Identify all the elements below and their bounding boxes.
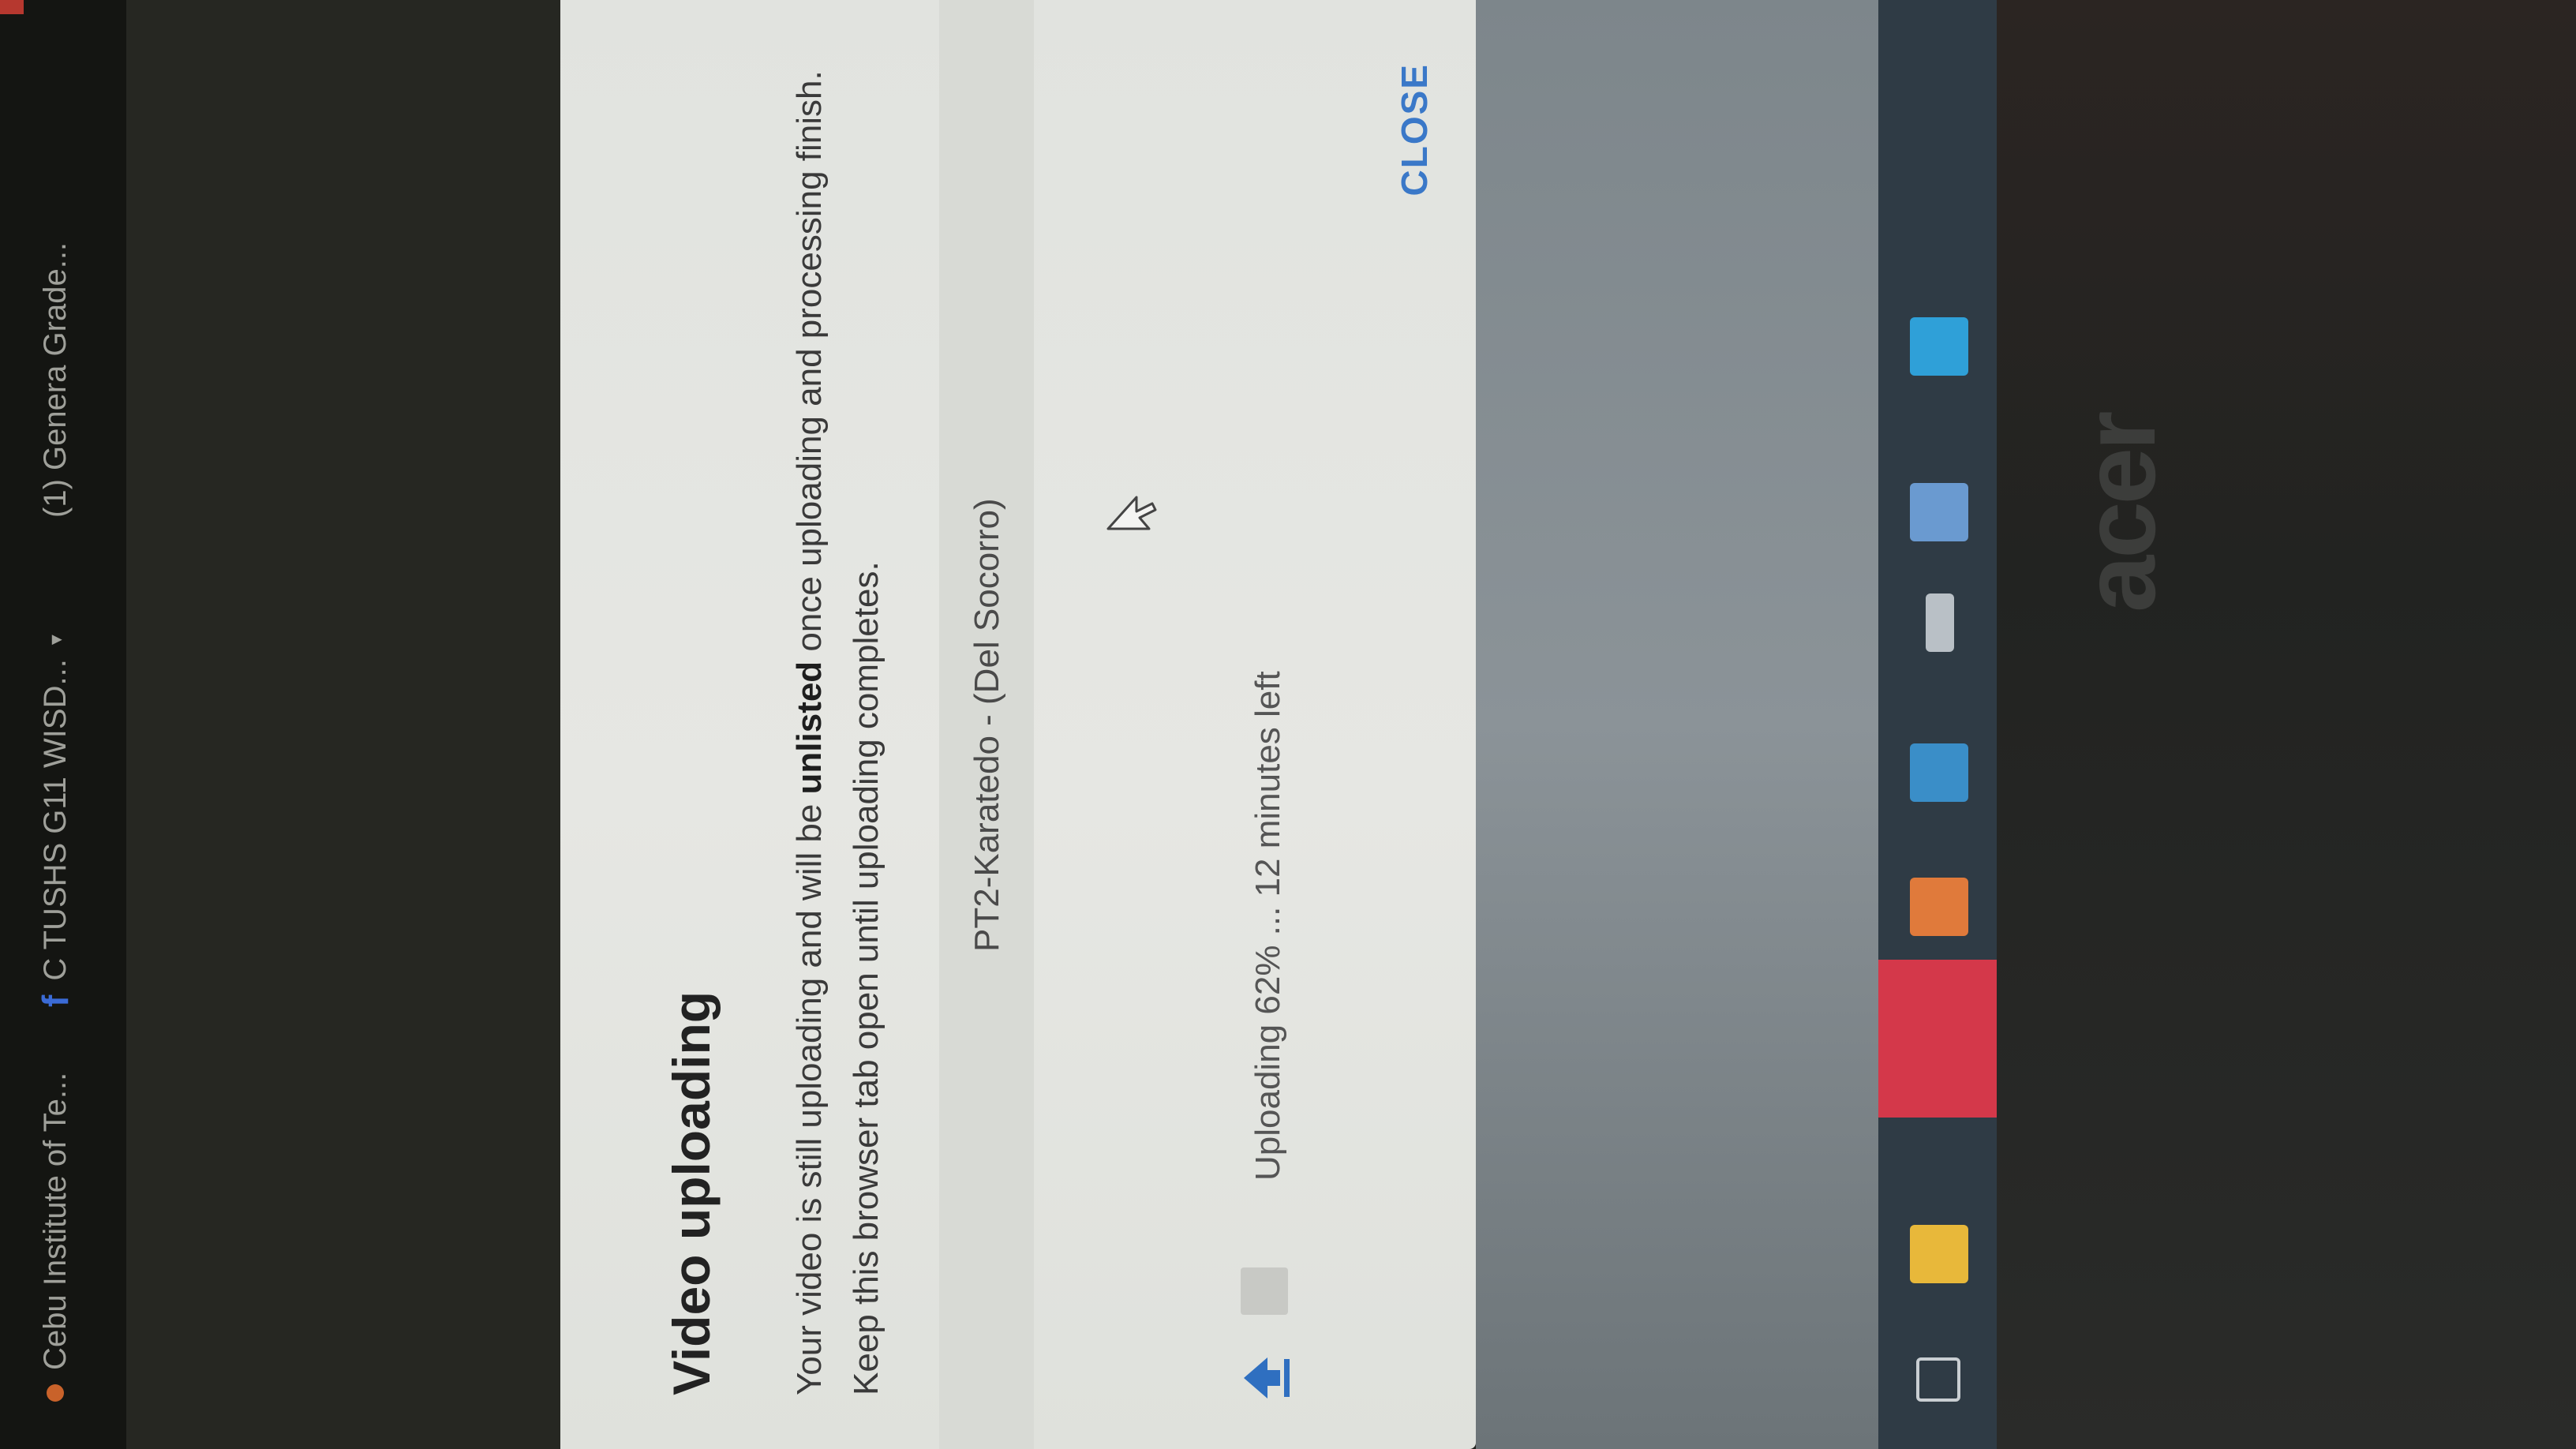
tab-label: C TUSHS G11 WISD... — [37, 659, 73, 981]
file-explorer-icon[interactable] — [1910, 1225, 1968, 1283]
dialog-title: Video uploading — [662, 990, 721, 1395]
tab-label: Cebu Institute of Te... — [37, 1072, 73, 1370]
tab-favicon-icon — [47, 1384, 64, 1402]
desktop-background — [1476, 0, 1878, 1449]
monitor-bezel: acer — [1997, 0, 2576, 1449]
app-icon[interactable] — [1926, 593, 1954, 652]
window-corner-marker — [0, 0, 24, 14]
upload-arrow-icon — [1244, 1357, 1290, 1398]
active-app-icon[interactable] — [1878, 960, 1997, 1118]
task-view-icon[interactable] — [1916, 1357, 1960, 1402]
brand-logo: acer — [2061, 414, 2177, 613]
tab-cebu-institute[interactable]: Cebu Institute of Te... — [17, 1073, 93, 1402]
video-upload-dialog: Video uploading Your video is still uplo… — [560, 0, 1476, 1449]
audio-icon: ▾ — [43, 635, 67, 646]
tab-facebook[interactable]: f C TUSHS G11 WISD... ▾ — [17, 635, 93, 1007]
upload-progress-text: Uploading 62% ... 12 minutes left — [1249, 671, 1287, 1181]
page-overlay — [126, 0, 592, 1449]
taskbar — [1878, 0, 1997, 1449]
mouse-cursor-icon — [1106, 496, 1157, 530]
tab-general[interactable]: (1) Genera Grade... — [17, 242, 93, 518]
file-name-box: PT2-Karatedo - (Del Socorro) — [939, 0, 1034, 1449]
browser-tab-strip: Cebu Institute of Te... f C TUSHS G11 WI… — [0, 0, 126, 1449]
video-file-name: PT2-Karatedo - (Del Socorro) — [968, 498, 1006, 952]
close-button[interactable]: CLOSE — [1393, 63, 1436, 196]
app-icon[interactable] — [1910, 483, 1968, 541]
dialog-message: Your video is still uploading and will b… — [781, 54, 895, 1395]
message-text: Your video is still uploading and will b… — [790, 794, 829, 1395]
facebook-icon: f — [35, 994, 76, 1007]
monitor-screen: Cebu Institute of Te... f C TUSHS G11 WI… — [0, 0, 2576, 1449]
message-bold-text: unlisted — [790, 661, 829, 795]
app-icon[interactable] — [1910, 878, 1968, 936]
video-thumbnail — [1241, 1267, 1288, 1315]
tab-label: (1) Genera Grade... — [37, 242, 73, 518]
app-icon[interactable] — [1910, 743, 1968, 802]
app-icon[interactable] — [1910, 317, 1968, 376]
upload-status-row: Uploading 62% ... 12 minutes left — [1223, 0, 1310, 1449]
